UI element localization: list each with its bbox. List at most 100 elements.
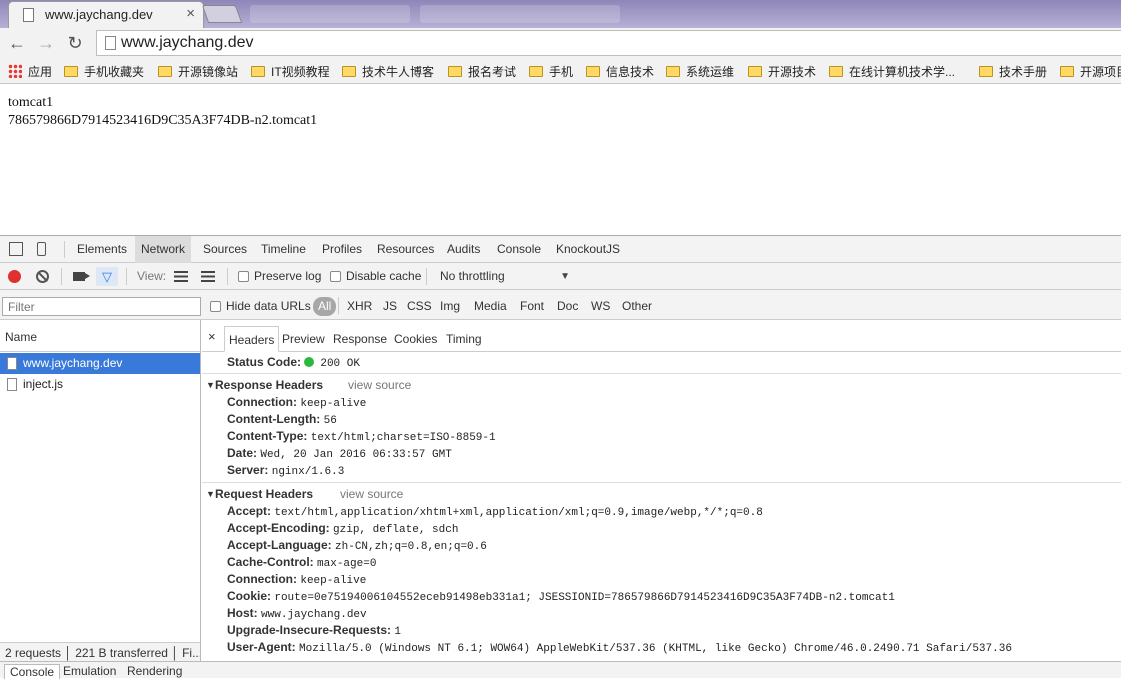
preserve-log-checkbox[interactable]: Preserve log bbox=[238, 263, 321, 290]
section-title: Response Headers bbox=[215, 378, 324, 392]
bookmark-folder[interactable]: 开源技术 bbox=[748, 62, 816, 80]
divider bbox=[202, 373, 1121, 374]
tab-audits[interactable]: Audits bbox=[441, 236, 486, 263]
tab-preview[interactable]: Preview bbox=[278, 326, 329, 352]
type-filter-all[interactable]: All bbox=[313, 297, 337, 316]
tab-profiles[interactable]: Profiles bbox=[316, 236, 368, 263]
browser-tab-active[interactable]: www.jaychang.dev × bbox=[8, 1, 204, 28]
type-filter-css[interactable]: CSS bbox=[407, 297, 432, 316]
divider bbox=[126, 268, 127, 285]
tab-network[interactable]: Network bbox=[135, 236, 192, 263]
bookmark-folder[interactable]: 报名考试 bbox=[448, 62, 516, 80]
type-filter-ws[interactable]: WS bbox=[591, 297, 610, 316]
tab-elements[interactable]: Elements bbox=[71, 236, 133, 263]
header-row: Date: Wed, 20 Jan 2016 06:33:57 GMT bbox=[202, 445, 1121, 462]
bookmark-folder[interactable]: 开源项目 bbox=[1060, 62, 1121, 80]
url-input[interactable] bbox=[119, 32, 1019, 54]
bookmark-folder[interactable]: IT视频教程 bbox=[251, 62, 330, 80]
header-row: Content-Type: text/html;charset=ISO-8859… bbox=[202, 428, 1121, 445]
type-filter-doc[interactable]: Doc bbox=[557, 297, 578, 316]
folder-icon bbox=[748, 65, 762, 77]
header-value: gzip, deflate, sdch bbox=[333, 524, 459, 536]
clear-icon[interactable] bbox=[36, 270, 49, 283]
bookmark-folder[interactable]: 技术牛人博客 bbox=[342, 62, 434, 80]
tab-timing[interactable]: Timing bbox=[442, 326, 486, 352]
view-source-link[interactable]: view source bbox=[340, 485, 403, 503]
filter-funnel-icon[interactable]: ▽ bbox=[96, 267, 118, 286]
tab-sources[interactable]: Sources bbox=[197, 236, 253, 263]
header-key: Accept: bbox=[227, 504, 272, 518]
page-text-line: tomcat1 bbox=[8, 95, 54, 110]
bookmark-label: 技术手册 bbox=[999, 64, 1048, 79]
checkbox-icon[interactable] bbox=[238, 271, 249, 283]
overview-icon[interactable] bbox=[201, 271, 215, 282]
column-header-name[interactable]: Name bbox=[0, 320, 200, 352]
bookmark-folder[interactable]: 开源镜像站 bbox=[158, 62, 238, 80]
view-source-link[interactable]: view source bbox=[348, 376, 411, 394]
close-detail-icon[interactable]: × bbox=[208, 329, 216, 344]
tab-timeline[interactable]: Timeline bbox=[255, 236, 312, 263]
header-row: Upgrade-Insecure-Requests: 1 bbox=[202, 622, 1121, 639]
bookmark-folder[interactable]: 信息技术 bbox=[586, 62, 654, 80]
tab-close-icon[interactable]: × bbox=[186, 5, 195, 22]
header-key: Connection: bbox=[227, 572, 297, 586]
large-rows-icon[interactable] bbox=[174, 271, 188, 282]
checkbox-icon[interactable] bbox=[330, 271, 341, 283]
type-filter-media[interactable]: Media bbox=[474, 297, 507, 316]
bookmark-folder[interactable]: 手机收藏夹 bbox=[64, 62, 144, 80]
back-arrow-icon[interactable]: ← bbox=[6, 32, 28, 54]
folder-icon bbox=[979, 65, 993, 77]
reload-icon[interactable]: ↻ bbox=[64, 32, 86, 54]
tab-title: www.jaychang.dev bbox=[45, 7, 153, 22]
type-filter-font[interactable]: Font bbox=[520, 297, 544, 316]
tab-headers[interactable]: Headers bbox=[224, 326, 280, 352]
divider bbox=[64, 241, 65, 258]
address-bar[interactable] bbox=[96, 30, 1121, 56]
header-key: Cache-Control: bbox=[227, 555, 314, 569]
response-headers-section[interactable]: ▼ Response Headers view source bbox=[202, 376, 1121, 394]
page-info-icon[interactable] bbox=[105, 36, 116, 50]
devtools-tab-bar: Elements Network Sources Timeline Profil… bbox=[0, 236, 1121, 263]
request-row[interactable]: inject.js bbox=[0, 374, 200, 395]
filter-input[interactable] bbox=[2, 297, 201, 316]
bookmark-apps[interactable]: 应用 bbox=[8, 62, 52, 80]
disable-cache-checkbox[interactable]: Disable cache bbox=[330, 263, 421, 290]
network-filter-bar: Hide data URLs All XHR JS CSS Img Media … bbox=[0, 290, 1121, 320]
view-label: View: bbox=[137, 269, 167, 283]
request-headers-section[interactable]: ▼ Request Headers view source bbox=[202, 485, 1121, 503]
tab-cookies[interactable]: Cookies bbox=[390, 326, 441, 352]
type-filter-xhr[interactable]: XHR bbox=[347, 297, 372, 316]
header-value: Wed, 20 Jan 2016 06:33:57 GMT bbox=[260, 449, 452, 461]
bookmark-folder[interactable]: 手机 bbox=[529, 62, 573, 80]
expand-triangle-icon[interactable]: ▼ bbox=[206, 485, 215, 503]
type-filter-js[interactable]: JS bbox=[383, 297, 397, 316]
tab-knockoutjs[interactable]: KnockoutJS bbox=[550, 236, 626, 263]
device-mode-icon[interactable] bbox=[37, 242, 46, 256]
header-key: Date: bbox=[227, 446, 258, 460]
tab-response[interactable]: Response bbox=[329, 326, 391, 352]
expand-triangle-icon[interactable]: ▼ bbox=[206, 376, 215, 394]
header-value: 1 bbox=[394, 626, 401, 638]
bookmark-folder[interactable]: 技术手册 bbox=[979, 62, 1047, 80]
tab-resources[interactable]: Resources bbox=[371, 236, 440, 263]
type-filter-other[interactable]: Other bbox=[622, 297, 652, 316]
inspect-element-icon[interactable] bbox=[9, 242, 23, 256]
bookmark-folder[interactable]: 系统运维 bbox=[666, 62, 734, 80]
throttling-select[interactable]: No throttling ▼ bbox=[434, 266, 576, 287]
capture-screenshots-icon[interactable] bbox=[73, 272, 90, 281]
type-filter-img[interactable]: Img bbox=[440, 297, 460, 316]
checkbox-icon[interactable] bbox=[210, 301, 221, 313]
hide-data-urls-checkbox[interactable]: Hide data URLs bbox=[210, 293, 311, 320]
browser-tab-strip: www.jaychang.dev × bbox=[0, 0, 1121, 28]
background-tab-ghost bbox=[420, 5, 620, 23]
devtools-panel: Elements Network Sources Timeline Profil… bbox=[0, 235, 1121, 679]
new-tab-button[interactable] bbox=[201, 5, 243, 23]
tab-console[interactable]: Console bbox=[491, 236, 547, 263]
forward-arrow-icon[interactable]: → bbox=[35, 32, 57, 54]
divider bbox=[202, 482, 1121, 483]
bookmark-label: 手机 bbox=[549, 64, 574, 79]
bookmark-folder[interactable]: 在线计算机技术学... bbox=[829, 62, 955, 80]
record-icon[interactable] bbox=[8, 270, 21, 283]
header-key: Host: bbox=[227, 606, 258, 620]
request-row[interactable]: www.jaychang.dev bbox=[0, 353, 200, 374]
